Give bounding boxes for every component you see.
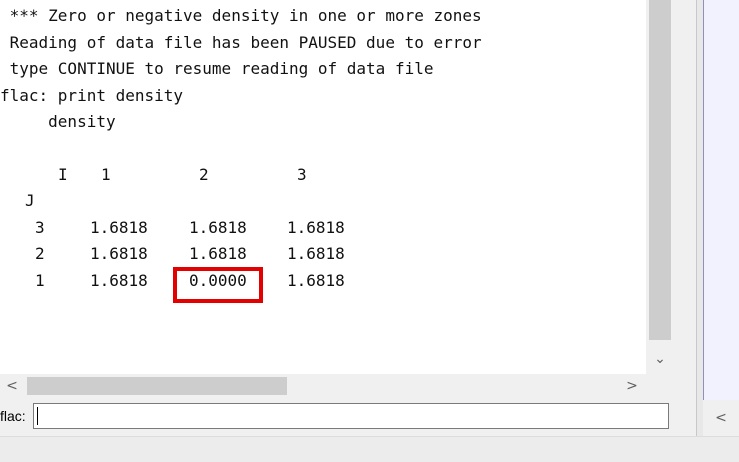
density-value: 1.6818 [90,271,148,290]
column-header: 1 [101,165,111,184]
console-line: *** Zero or negative density in one or m… [0,6,482,25]
row-index: 3 [35,218,45,237]
density-value: 1.6818 [189,244,247,263]
chevron-right-icon[interactable]: > [620,374,644,398]
status-bar [0,436,739,462]
chevron-left-icon[interactable]: < [0,374,24,398]
row-index: 2 [35,244,45,263]
right-pane-scrollbar[interactable]: < [703,400,739,436]
right-pane [703,0,739,400]
j-axis-label: J [25,191,35,210]
density-value: 1.6818 [287,244,345,263]
error-highlight-box [173,267,263,303]
density-value: 1.6818 [287,218,345,237]
scrollbar-corner [646,374,674,398]
density-value: 1.6818 [90,218,148,237]
density-value: 1.6818 [90,244,148,263]
chevron-down-icon[interactable]: ⌄ [646,346,674,372]
i-axis-label: I [58,165,68,184]
chevron-left-icon[interactable]: < [709,406,733,430]
console-line: Reading of data file has been PAUSED due… [0,33,482,52]
density-value: 1.6818 [287,271,345,290]
vertical-scroll-thumb[interactable] [649,0,671,340]
vertical-scrollbar[interactable]: ⌄ [646,0,674,374]
pane-splitter[interactable] [696,0,703,436]
command-bar: flac: [0,398,696,436]
command-input[interactable] [33,403,669,429]
column-header: 3 [297,165,307,184]
console-output: *** Zero or negative density in one or m… [0,0,646,374]
console-line: type CONTINUE to resume reading of data … [0,59,434,78]
console-line: density [0,112,116,131]
command-prompt-label: flac: [0,408,26,424]
horizontal-scrollbar[interactable]: < > [0,374,646,398]
text-caret [37,407,38,425]
column-header: 2 [199,165,209,184]
horizontal-scroll-thumb[interactable] [27,377,287,395]
row-index: 1 [35,271,45,290]
console-line: flac: print density [0,86,184,105]
density-value: 1.6818 [189,218,247,237]
